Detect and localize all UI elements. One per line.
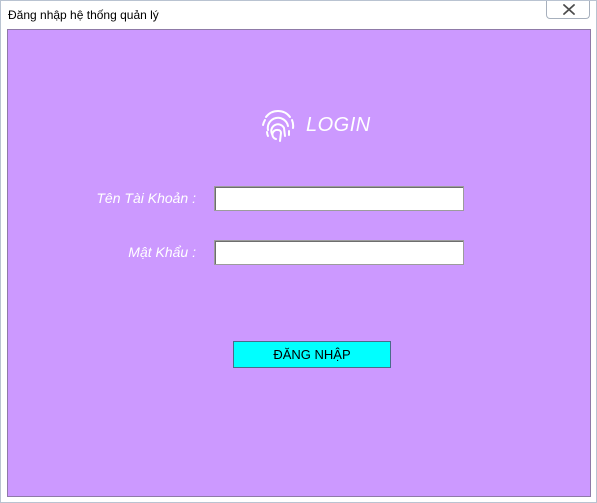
login-heading: LOGIN <box>306 114 371 136</box>
window-title: Đăng nhập hệ thống quản lý <box>8 8 159 22</box>
login-button[interactable]: ĐĂNG NHẬP <box>233 341 391 368</box>
fingerprint-icon <box>262 110 295 142</box>
login-panel: LOGIN Tên Tài Khoản : Mật Khẩu : ĐĂNG NH… <box>7 29 591 497</box>
login-window: Đăng nhập hệ thống quản lý LOGIN Tên Tài… <box>0 0 597 503</box>
username-label: Tên Tài Khoản : <box>96 190 196 206</box>
title-bar[interactable]: Đăng nhập hệ thống quản lý <box>1 1 596 28</box>
password-input[interactable] <box>214 240 464 265</box>
login-header: LOGIN <box>259 104 399 146</box>
close-button[interactable] <box>546 1 590 19</box>
close-icon <box>563 4 575 15</box>
username-input[interactable] <box>214 186 464 211</box>
password-label: Mật Khẩu : <box>128 244 196 260</box>
